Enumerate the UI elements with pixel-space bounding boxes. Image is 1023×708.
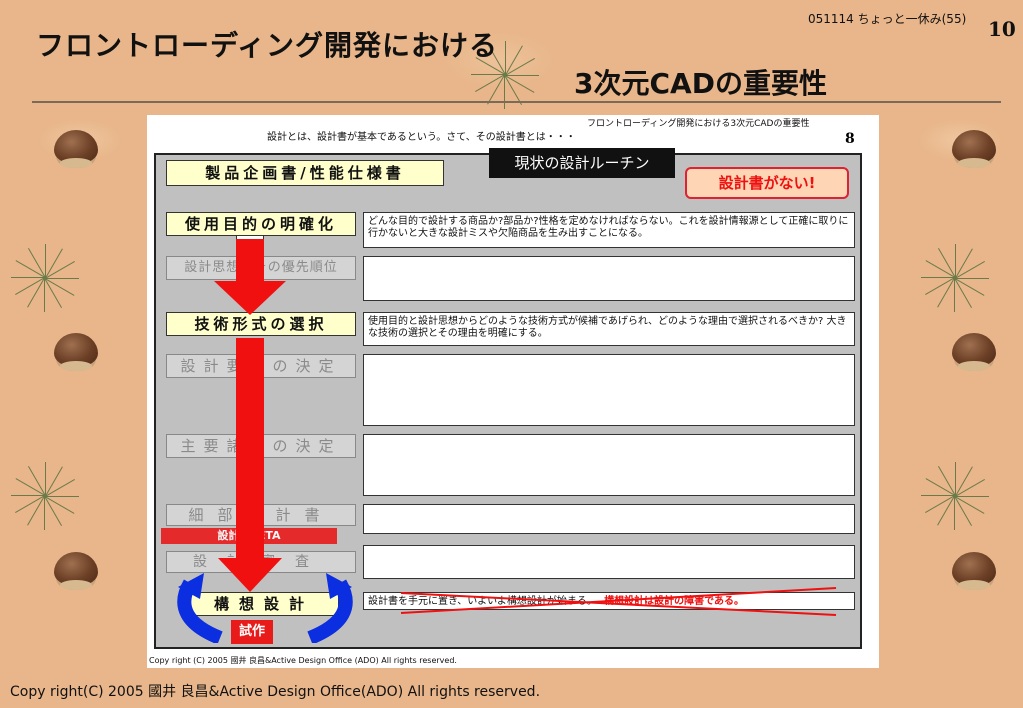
- chestnut-decoration: [54, 552, 98, 590]
- title-divider: [32, 101, 1001, 103]
- chestnut-decoration: [952, 333, 996, 371]
- step-label-purpose: 使用目的の明確化: [166, 212, 356, 236]
- chestnut-decoration: [54, 130, 98, 168]
- step-desc-purpose: どんな目的で設計する商品か?部品か?性格を定めなければならない。これを設計情報源…: [363, 212, 855, 248]
- slide-intro: 設計とは、設計書が基本であるという。さて、その設計書とは・・・: [267, 132, 576, 143]
- footer-copyright: Copy right(C) 2005 國井 良昌&Active Design O…: [10, 684, 541, 700]
- slide-header: フロントローディング開発における3次元CADの重要性: [587, 119, 810, 129]
- step-desc-detail-doc: [363, 504, 855, 534]
- slide-page-number: 8: [845, 131, 855, 147]
- step-desc-tech-select: 使用目的と設計思想からどのような技術方式が候補であげられ、どのような理由で選択さ…: [363, 312, 855, 346]
- step-desc-main-spec: [363, 434, 855, 496]
- red-arrow-shaft-upper: [236, 239, 264, 283]
- top-label-spec-doc: 製品企画書/性能仕様書: [166, 160, 444, 186]
- chestnut-decoration: [952, 130, 996, 168]
- routine-diagram: 製品企画書/性能仕様書 使用目的の明確化 どんな目的で設計する商品か?部品か?性…: [154, 153, 862, 649]
- embedded-slide: フロントローディング開発における3次元CADの重要性 設計とは、設計書が基本であ…: [147, 115, 879, 668]
- no-design-doc-tag: 設計書がない!: [685, 167, 849, 199]
- step-desc-design-req: [363, 354, 855, 426]
- red-arrow-head-upper: [214, 281, 286, 315]
- chestnut-burr-decoration: [920, 462, 990, 530]
- chestnut-decoration: [952, 552, 996, 590]
- trial-tag: 試作: [231, 620, 273, 644]
- page-subtitle: 3次元CADの重要性: [574, 67, 827, 100]
- slide-copyright: Copy right (C) 2005 國井 良昌&Active Design …: [149, 656, 457, 665]
- chestnut-burr-decoration: [10, 462, 80, 530]
- page-number: 10: [988, 17, 1016, 41]
- step-desc-design-policy: [363, 256, 855, 301]
- corner-note: 051114 ちょっと一休み(55): [808, 12, 967, 26]
- routine-title-tag: 現状の設計ルーチン: [489, 148, 675, 178]
- red-arrow-shaft-lower: [236, 338, 264, 560]
- chestnut-burr-decoration: [10, 244, 80, 312]
- page-title: フロントローディング開発における: [36, 29, 499, 62]
- strike-lines: [400, 587, 837, 616]
- chestnut-decoration: [54, 333, 98, 371]
- chestnut-burr-decoration: [920, 244, 990, 312]
- step-desc-review: [363, 545, 855, 579]
